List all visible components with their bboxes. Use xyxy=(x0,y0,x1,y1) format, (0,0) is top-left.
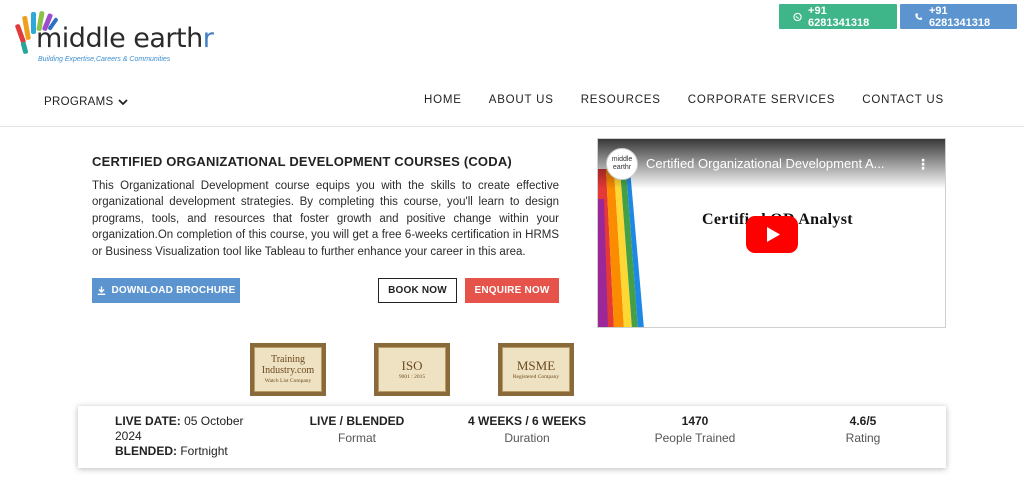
nav-home[interactable]: HOME xyxy=(424,94,462,106)
whatsapp-button[interactable]: +91 6281341318 xyxy=(779,4,897,29)
course-info-bar: LIVE DATE: 05 October 2024 BLENDED: Fort… xyxy=(78,406,946,468)
nav-contact-us[interactable]: CONTACT US xyxy=(862,94,944,106)
whatsapp-icon xyxy=(793,12,802,21)
live-date-label: LIVE DATE: xyxy=(115,414,181,428)
programs-label: PROGRAMS xyxy=(44,96,114,108)
stat-rating-value: 4.6/5 xyxy=(849,414,877,428)
download-icon xyxy=(97,286,105,295)
channel-logo[interactable]: middle earthr xyxy=(606,148,638,180)
youtube-play-icon[interactable] xyxy=(746,216,798,253)
stat-format-label: Format xyxy=(337,431,376,445)
nav-corporate-services[interactable]: CORPORATE SERVICES xyxy=(688,94,836,106)
nav-resources[interactable]: RESOURCES xyxy=(581,94,661,106)
phone-number: +91 6281341318 xyxy=(928,4,991,29)
enquire-now-button[interactable]: ENQUIRE NOW xyxy=(465,278,559,303)
stat-format: LIVE / BLENDED Format xyxy=(292,414,422,447)
programs-dropdown[interactable]: PROGRAMS xyxy=(44,96,128,108)
badge-iso: ISO 9001 : 2015 xyxy=(374,343,450,396)
live-date-info: LIVE DATE: 05 October 2024 BLENDED: Fort… xyxy=(115,414,255,459)
main-nav: HOME ABOUT US RESOURCES CORPORATE SERVIC… xyxy=(424,94,944,106)
stat-people-trained-value: 1470 xyxy=(681,414,709,428)
badge-msme-plaque: MSME Registered Company xyxy=(502,347,570,392)
logo[interactable]: middle earthr Building Expertise,Careers… xyxy=(14,6,214,66)
stat-duration-label: Duration xyxy=(504,431,550,445)
badge-msme-subtitle: Registered Company xyxy=(512,373,560,380)
badge-msme: MSME Registered Company xyxy=(498,343,574,396)
header-divider xyxy=(0,126,1024,127)
video-title[interactable]: Certified Organizational Development A..… xyxy=(646,156,884,171)
chevron-down-icon xyxy=(117,99,128,106)
phone-icon xyxy=(915,12,923,20)
stat-duration-value: 4 WEEKS / 6 WEEKS xyxy=(467,414,587,428)
stat-people-trained: 1470 People Trained xyxy=(630,414,760,447)
badge-training-industry-plaque: Training Industry.com Watch List Company xyxy=(254,347,322,392)
stat-duration: 4 WEEKS / 6 WEEKS Duration xyxy=(462,414,592,447)
blended-label: BLENDED: xyxy=(115,444,177,458)
badge-iso-plaque: ISO 9001 : 2015 xyxy=(378,347,446,392)
badge-training-industry: Training Industry.com Watch List Company xyxy=(250,343,326,396)
course-description: This Organizational Development course e… xyxy=(92,180,559,258)
course-title: CERTIFIED ORGANIZATIONAL DEVELOPMENT COU… xyxy=(92,154,512,169)
video-player[interactable]: middle earthr Certified Organizational D… xyxy=(597,138,946,328)
blended-value: Fortnight xyxy=(180,444,228,458)
nav-about-us[interactable]: ABOUT US xyxy=(489,94,554,106)
badge-iso-subtitle: 9001 : 2015 xyxy=(398,373,426,380)
stat-format-value: LIVE / BLENDED xyxy=(309,414,405,428)
book-now-button[interactable]: BOOK NOW xyxy=(378,278,457,303)
call-button[interactable]: +91 6281341318 xyxy=(900,4,1017,29)
stat-people-trained-label: People Trained xyxy=(654,431,736,445)
badge-iso-title: ISO xyxy=(401,357,423,373)
badge-msme-title: MSME xyxy=(516,357,556,373)
badge-training-industry-title: Training Industry.com xyxy=(261,354,315,376)
badge-training-industry-subtitle: Watch List Company xyxy=(264,378,312,384)
logo-wordmark: middle earthr xyxy=(36,23,214,54)
whatsapp-number: +91 6281341318 xyxy=(808,4,870,29)
more-vert-icon[interactable]: ⋮ xyxy=(916,156,930,173)
download-brochure-button[interactable]: DOWNLOAD BROCHURE xyxy=(92,278,240,303)
logo-tagline: Building Expertise,Careers & Communities xyxy=(38,56,171,63)
stat-rating: 4.6/5 Rating xyxy=(798,414,928,447)
download-brochure-label: DOWNLOAD BROCHURE xyxy=(111,285,236,296)
stat-rating-label: Rating xyxy=(845,431,881,445)
